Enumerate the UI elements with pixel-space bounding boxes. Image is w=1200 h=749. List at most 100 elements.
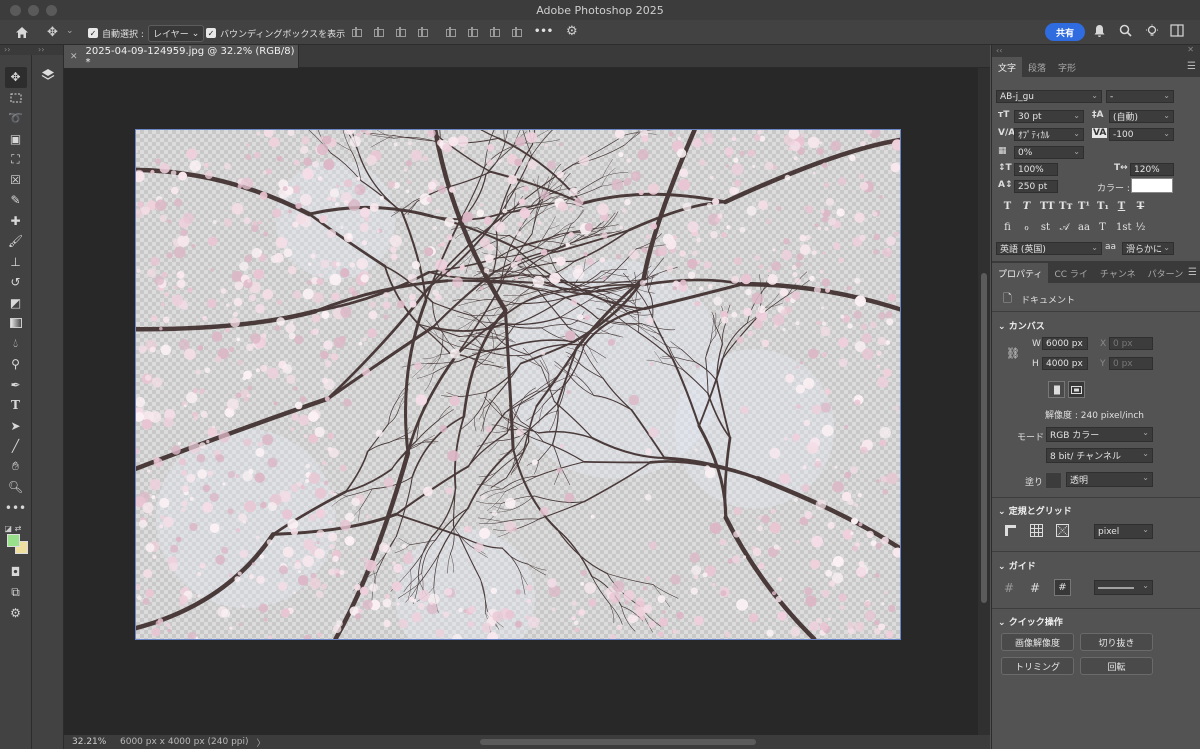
ruler-icon[interactable]: [1004, 524, 1017, 540]
vertical-scrollbar[interactable]: [978, 68, 990, 735]
align-hcenter-icon[interactable]: [372, 27, 384, 37]
zoom-level[interactable]: 32.21%: [64, 737, 116, 747]
language-select[interactable]: 英語 (英国) ⌄: [996, 242, 1102, 255]
bell-icon[interactable]: [1093, 24, 1106, 38]
horizontal-scale-field[interactable]: 120%: [1130, 163, 1174, 176]
quick-mask-icon[interactable]: ◘: [5, 562, 27, 583]
distribute-v-icon[interactable]: [510, 27, 522, 37]
tab-channels[interactable]: チャンネ: [1094, 263, 1142, 283]
fill-color-swatch[interactable]: [1045, 472, 1062, 489]
path-selection-tool-icon[interactable]: ➤: [5, 416, 27, 437]
bit-depth-select[interactable]: 8 bit/ チャンネル ⌄: [1046, 448, 1153, 463]
swash-icon[interactable]: 𝒜: [1059, 222, 1070, 233]
pen-tool-icon[interactable]: ✒: [5, 375, 27, 396]
fractions-icon[interactable]: ½: [1135, 222, 1146, 233]
smart-guides-button[interactable]: #: [1054, 579, 1071, 596]
spot-healing-tool-icon[interactable]: ✚: [5, 211, 27, 232]
vertical-scale-field[interactable]: 100%: [1014, 163, 1058, 176]
panel-menu-icon[interactable]: ☰: [1187, 61, 1196, 72]
lightbulb-icon[interactable]: [1145, 24, 1159, 38]
history-brush-tool-icon[interactable]: ↺: [5, 272, 27, 293]
image-size-button[interactable]: 画像解像度: [1001, 633, 1074, 651]
text-color-swatch[interactable]: [1131, 178, 1173, 193]
tab-paragraph[interactable]: 段落: [1022, 57, 1052, 77]
contextual-alternates-icon[interactable]: ℴ: [1021, 222, 1032, 233]
antialias-select[interactable]: 滑らかに ⌄: [1122, 242, 1174, 255]
tools-collapse-handle[interactable]: ››: [0, 45, 32, 55]
titling-alternates-icon[interactable]: T: [1097, 222, 1108, 233]
font-style-select[interactable]: - ⌄: [1106, 90, 1174, 103]
screen-mode-icon[interactable]: ⧉: [5, 583, 27, 604]
dodge-tool-icon[interactable]: ⚲: [5, 354, 27, 375]
line-tool-icon[interactable]: ╱: [5, 436, 27, 457]
landscape-orientation-button[interactable]: [1068, 381, 1085, 398]
canvas-height-field[interactable]: 4000 px: [1042, 357, 1088, 370]
rotate-button[interactable]: 回転: [1080, 657, 1153, 675]
align-top-icon[interactable]: [444, 27, 456, 37]
guide-style-select[interactable]: ⌄: [1094, 580, 1153, 595]
all-caps-icon[interactable]: TT: [1040, 201, 1055, 212]
frame-tool-icon[interactable]: ☒: [5, 170, 27, 191]
underline-icon[interactable]: T: [1116, 201, 1127, 212]
crop-button[interactable]: 切り抜き: [1080, 633, 1153, 651]
tab-cc-libraries[interactable]: CC ライ: [1048, 263, 1093, 283]
rulers-section-header[interactable]: ⌄ 定規とグリッド: [998, 504, 1072, 517]
color-mode-select[interactable]: RGB カラー ⌄: [1046, 427, 1153, 442]
guides-section-header[interactable]: ⌄ ガイド: [998, 559, 1036, 572]
align-left-icon[interactable]: [350, 27, 362, 37]
tab-character[interactable]: 文字: [992, 57, 1023, 77]
close-tab-icon[interactable]: ✕: [70, 52, 78, 62]
panel-menu-icon[interactable]: ☰: [1188, 267, 1197, 278]
right-panel-collapse-handle[interactable]: ‹‹ ✕: [992, 45, 1200, 55]
font-family-select[interactable]: AB-j_gu ⌄: [996, 90, 1102, 103]
tab-glyphs[interactable]: 字形: [1052, 57, 1082, 77]
ordinals-icon[interactable]: 1st: [1116, 222, 1132, 233]
marquee-tool-icon[interactable]: [5, 88, 27, 109]
eyedropper-tool-icon[interactable]: ✎: [5, 190, 27, 211]
vertical-scroll-thumb[interactable]: [981, 273, 987, 603]
canvas-section-header[interactable]: ⌄ カンバス: [998, 319, 1045, 332]
auto-select-checkbox[interactable]: ✓: [88, 28, 98, 38]
leading-field[interactable]: (自動) ⌄: [1109, 110, 1174, 123]
tab-patterns[interactable]: パターン: [1142, 263, 1190, 283]
auto-select-target-select[interactable]: レイヤー ⌄: [148, 25, 205, 42]
tab-properties[interactable]: プロパティ: [992, 263, 1049, 283]
quick-actions-section-header[interactable]: ⌄ クイック操作: [998, 615, 1063, 628]
fill-select[interactable]: 透明 ⌄: [1066, 472, 1153, 487]
font-size-field[interactable]: 30 pt ⌄: [1014, 110, 1084, 123]
gear-icon[interactable]: ⚙: [566, 24, 578, 39]
lasso-tool-icon[interactable]: ➰: [5, 108, 27, 129]
tsume-field[interactable]: 0% ⌄: [1014, 146, 1084, 159]
cherry-blossom-image[interactable]: [135, 129, 901, 640]
faux-bold-icon[interactable]: T: [1002, 201, 1013, 212]
align-bottom-icon[interactable]: [488, 27, 500, 37]
horizontal-scroll-thumb[interactable]: [480, 739, 756, 745]
layers-icon[interactable]: [36, 63, 60, 87]
canvas-width-field[interactable]: 6000 px: [1042, 337, 1088, 350]
generative-icon[interactable]: ⚙: [5, 603, 27, 624]
chevron-down-icon[interactable]: ⌄: [66, 26, 74, 36]
gradient-tool-icon[interactable]: [5, 313, 27, 334]
baseline-shift-field[interactable]: 250 pt: [1014, 180, 1058, 193]
more-tools-icon[interactable]: •••: [5, 498, 27, 519]
hand-tool-icon[interactable]: ✋︎: [5, 457, 27, 478]
zoom-window-button[interactable]: [46, 5, 57, 16]
strip-collapse-handle[interactable]: ››: [32, 45, 63, 55]
home-icon[interactable]: [14, 24, 30, 40]
close-window-button[interactable]: [10, 5, 21, 16]
tracking-field[interactable]: -100 ⌄: [1109, 128, 1174, 141]
workspace-icon[interactable]: [1170, 24, 1184, 37]
align-vcenter-icon[interactable]: [466, 27, 478, 37]
foreground-color-swatch[interactable]: [6, 534, 20, 547]
move-tool-icon[interactable]: ✥: [4, 67, 27, 88]
ligatures-icon[interactable]: fi: [1002, 222, 1013, 233]
portrait-orientation-button[interactable]: [1048, 381, 1065, 398]
superscript-icon[interactable]: T¹: [1078, 201, 1090, 212]
pixel-grid-icon[interactable]: [1056, 524, 1069, 540]
distribute-h-icon[interactable]: [416, 27, 428, 37]
object-selection-tool-icon[interactable]: ▣: [5, 129, 27, 150]
brush-tool-icon[interactable]: 🖌︎: [5, 231, 27, 252]
link-icon[interactable]: ⛓: [1006, 347, 1020, 360]
strikethrough-icon[interactable]: T: [1135, 201, 1146, 212]
document-tab[interactable]: ✕ 2025-04-09-124959.jpg @ 32.2% (RGB/8) …: [64, 45, 299, 68]
